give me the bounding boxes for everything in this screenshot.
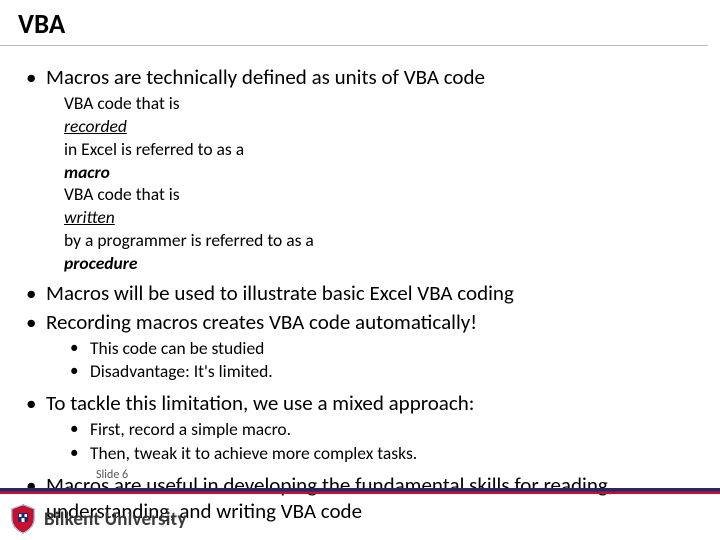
list-item: Macros will be used to illustrate basic … [20,280,700,306]
list-item: To tackle this limitation, we use a mixe… [20,390,700,416]
slide: VBA Macros are technically defined as un… [0,0,720,540]
crest-icon [10,504,36,534]
text-fragment: VBA code that is [64,92,700,115]
list-item: Recording macros creates VBA code automa… [20,309,700,335]
sub-text: VBA code that is recorded in Excel is re… [64,92,700,183]
text-emphasis: recorded [64,115,700,138]
sub-text-block: VBA code that is recorded in Excel is re… [64,92,700,274]
list-item: Disadvantage: It's limited. [64,360,700,384]
text-emphasis: macro [64,161,700,184]
slide-content: Macros are technically defined as units … [0,46,720,524]
text-fragment: in Excel is referred to as a [64,138,700,161]
text-fragment: VBA code that is [64,183,700,206]
text-fragment: by a programmer is referred to as a [64,229,700,252]
list-item: Then, tweak it to achieve more complex t… [64,442,700,466]
university-name: Bilkent University [44,508,187,531]
list-item: Macros are technically defined as units … [20,64,700,90]
slide-title: VBA [0,0,708,46]
sub-text: VBA code that is written by a programmer… [64,183,700,274]
slide-number: Slide 6 [96,468,128,482]
footer-accent-bar [0,488,720,494]
list-item: This code can be studied [64,337,700,361]
list-item: First, record a simple macro. [64,418,700,442]
sub-bullet-list: First, record a simple macro. Then, twea… [64,418,700,465]
sub-bullet-list: This code can be studied Disadvantage: I… [64,337,700,384]
text-emphasis: procedure [64,252,700,275]
bullet-list: Macros are technically defined as units … [20,64,700,524]
text-emphasis: written [64,206,700,229]
university-logo: Bilkent University [10,504,187,534]
